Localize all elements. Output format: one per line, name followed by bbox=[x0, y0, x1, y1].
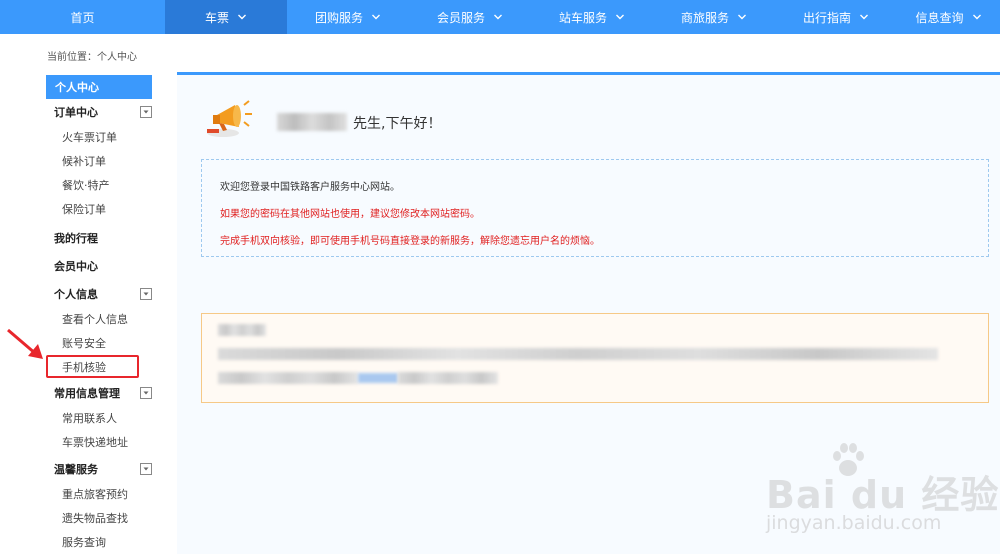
nav-member[interactable]: 会员服务 bbox=[409, 0, 531, 34]
sidebar-item-insurance[interactable]: 保险订单 bbox=[46, 197, 152, 221]
chevron-down-icon bbox=[860, 14, 868, 20]
sidebar-group-label: 温馨服务 bbox=[54, 463, 98, 476]
notice-box: 欢迎您登录中国铁路客户服务中心网站。 如果您的密码在其他网站也使用，建议您修改本… bbox=[201, 159, 989, 257]
sidebar-item-view-info[interactable]: 查看个人信息 bbox=[46, 307, 152, 331]
sidebar-group-label: 个人信息 bbox=[54, 288, 98, 301]
sidebar-item-priority-booking[interactable]: 重点旅客预约 bbox=[46, 482, 152, 506]
sidebar-group-warm-service[interactable]: 温馨服务 bbox=[46, 456, 152, 482]
nav-guide[interactable]: 出行指南 bbox=[775, 0, 897, 34]
baidu-jingyan-watermark: Bai du 经验 jingyan.baidu.com bbox=[766, 440, 1000, 550]
chevron-down-icon bbox=[616, 14, 624, 20]
sidebar-item-account-security[interactable]: 账号安全 bbox=[46, 331, 152, 355]
collapse-toggle-icon[interactable] bbox=[140, 106, 152, 118]
sidebar-group-label: 订单中心 bbox=[54, 106, 98, 119]
watermark-url: jingyan.baidu.com bbox=[766, 512, 942, 534]
nav-label: 团购服务 bbox=[314, 10, 363, 25]
sidebar-group-label: 常用信息管理 bbox=[54, 387, 120, 400]
chevron-down-icon bbox=[372, 14, 380, 20]
sidebar-group-orders[interactable]: 订单中心 bbox=[46, 99, 152, 125]
blurred-link bbox=[358, 373, 398, 383]
nav-label: 会员服务 bbox=[436, 10, 485, 25]
sidebar-item-service-query[interactable]: 服务查询 bbox=[46, 530, 152, 554]
nav-station[interactable]: 站车服务 bbox=[531, 0, 653, 34]
blurred-text bbox=[218, 324, 266, 336]
sidebar-item-catering[interactable]: 餐饮·特产 bbox=[46, 173, 152, 197]
sidebar-item-delivery-address[interactable]: 车票快递地址 bbox=[46, 430, 152, 454]
account-info-box-blurred bbox=[201, 313, 989, 403]
chevron-down-icon bbox=[738, 14, 746, 20]
sidebar-group-member[interactable]: 会员中心 bbox=[46, 253, 152, 279]
blurred-text bbox=[398, 372, 498, 384]
blurred-text bbox=[218, 372, 358, 384]
watermark-logo: Bai du 经验 bbox=[766, 473, 1000, 517]
collapse-toggle-icon[interactable] bbox=[140, 387, 152, 399]
nav-label: 站车服务 bbox=[558, 10, 607, 25]
notice-welcome: 欢迎您登录中国铁路客户服务中心网站。 bbox=[220, 182, 400, 193]
sidebar-group-itinerary[interactable]: 我的行程 bbox=[46, 225, 152, 251]
chevron-down-icon bbox=[494, 14, 502, 20]
sidebar-item-phone-verify[interactable]: 手机核验 bbox=[46, 355, 139, 378]
red-arrow-icon bbox=[7, 328, 43, 359]
nav-label: 信息查询 bbox=[915, 10, 964, 25]
nav-label: 商旅服务 bbox=[680, 10, 729, 25]
collapse-toggle-icon[interactable] bbox=[140, 463, 152, 475]
sidebar-item-waitlist-orders[interactable]: 候补订单 bbox=[46, 149, 152, 173]
top-nav: 首页 车票 团购服务 会员服务 站车服务 商旅服务 出行指南 信息查询 bbox=[0, 0, 1000, 34]
sidebar: 个人中心 订单中心 火车票订单 候补订单 餐饮·特产 保险订单 我的行程 会员中… bbox=[46, 75, 152, 554]
notice-password-warning: 如果您的密码在其他网站也使用，建议您修改本网站密码。 bbox=[220, 209, 480, 220]
blurred-text bbox=[218, 348, 938, 360]
collapse-toggle-icon[interactable] bbox=[140, 288, 152, 300]
chevron-down-icon bbox=[238, 14, 246, 20]
sidebar-group-label: 会员中心 bbox=[54, 260, 98, 273]
sidebar-group-common-info[interactable]: 常用信息管理 bbox=[46, 380, 152, 406]
username-blurred bbox=[277, 113, 347, 131]
nav-group-buy[interactable]: 团购服务 bbox=[287, 0, 409, 34]
nav-tickets[interactable]: 车票 bbox=[165, 0, 287, 34]
sidebar-group-label: 我的行程 bbox=[54, 232, 98, 245]
nav-label: 出行指南 bbox=[802, 10, 851, 25]
nav-label: 首页 bbox=[70, 10, 95, 25]
greeting-text: 先生,下午好！ bbox=[353, 116, 442, 132]
breadcrumb: 当前位置：个人中心 bbox=[47, 52, 137, 63]
sidebar-group-personal-info[interactable]: 个人信息 bbox=[46, 281, 152, 307]
nav-info-query[interactable]: 信息查询 bbox=[897, 0, 1000, 34]
sidebar-item-lost-found[interactable]: 遗失物品查找 bbox=[46, 506, 152, 530]
notice-phone-verify: 完成手机双向核验，即可使用手机号码直接登录的新服务，解除您遗忘用户名的烦恼。 bbox=[220, 236, 600, 247]
nav-home[interactable]: 首页 bbox=[0, 0, 165, 34]
megaphone-icon bbox=[207, 100, 252, 137]
sidebar-item-contacts[interactable]: 常用联系人 bbox=[46, 406, 152, 430]
nav-business[interactable]: 商旅服务 bbox=[653, 0, 775, 34]
sidebar-item-train-orders[interactable]: 火车票订单 bbox=[46, 125, 152, 149]
sidebar-head-personal-center[interactable]: 个人中心 bbox=[46, 75, 152, 99]
chevron-down-icon bbox=[972, 14, 981, 20]
nav-label: 车票 bbox=[204, 10, 229, 25]
